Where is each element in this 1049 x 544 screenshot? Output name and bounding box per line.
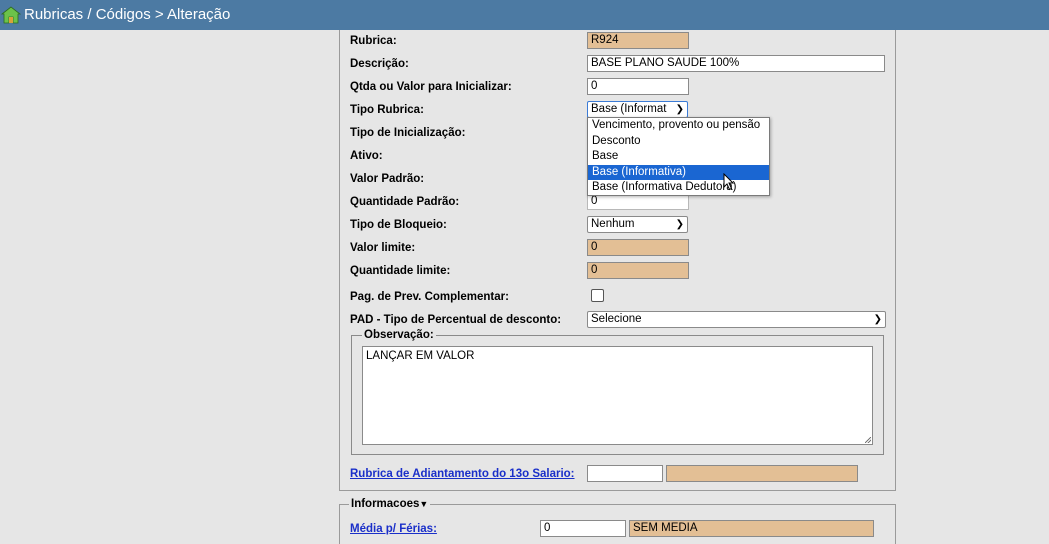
quantidade-limite-field: 0 [587, 262, 689, 279]
tipo-bloqueio-select[interactable]: Nenhum ❯ [587, 216, 688, 233]
qtda-valor-input[interactable]: 0 [587, 78, 689, 95]
option-base-informativa[interactable]: Base (Informativa) [588, 164, 769, 180]
tipo-bloqueio-selected-value: Nenhum [591, 218, 635, 230]
caret-down-icon: ▼ [419, 499, 429, 509]
media-ferias-link[interactable]: Média p/ Férias: [350, 522, 437, 536]
adiantamento-13-desc [666, 465, 858, 482]
app-logo-icon [1, 6, 21, 24]
observacao-text: LANÇAR EM VALOR [366, 350, 475, 362]
rubrica-field: R924 [587, 32, 689, 49]
pad-label: PAD - Tipo de Percentual de desconto: [350, 314, 562, 326]
qtda-valor-label: Qtda ou Valor para Inicializar: [350, 81, 512, 93]
descricao-input[interactable]: BASE PLANO SAUDE 100% [587, 55, 885, 72]
informacoes-legend[interactable]: Informacoes▼ [349, 498, 431, 511]
option-base[interactable]: Base [588, 149, 769, 165]
page-title: Rubricas / Códigos > Alteração [24, 6, 231, 23]
pag-prev-label: Pag. de Prev. Complementar: [350, 291, 509, 303]
chevron-down-icon: ❯ [675, 219, 684, 230]
resize-grip-icon[interactable] [865, 437, 871, 443]
valor-limite-field: 0 [587, 239, 689, 256]
option-vencimento[interactable]: Vencimento, provento ou pensão [588, 118, 769, 134]
option-base-informativa-dedutora[interactable]: Base (Informativa Dedutora) [588, 180, 769, 196]
pad-selected-value: Selecione [591, 313, 642, 325]
adiantamento-13-input[interactable] [587, 465, 663, 482]
observacao-legend: Observação: [362, 329, 436, 342]
tipo-inicializacao-label: Tipo de Inicialização: [350, 127, 466, 139]
descricao-label: Descrição: [350, 58, 409, 70]
tipo-rubrica-label: Tipo Rubrica: [350, 104, 424, 116]
valor-padrao-label: Valor Padrão: [350, 173, 425, 185]
observacao-textarea[interactable]: LANÇAR EM VALOR [362, 346, 873, 445]
pad-select[interactable]: Selecione ❯ [587, 311, 886, 328]
quantidade-limite-label: Quantidade limite: [350, 265, 451, 277]
chevron-down-icon: ❯ [873, 314, 882, 325]
tipo-bloqueio-label: Tipo de Bloqueio: [350, 219, 447, 231]
option-desconto[interactable]: Desconto [588, 134, 769, 150]
ativo-label: Ativo: [350, 150, 383, 162]
rubrica-label: Rubrica: [350, 35, 397, 47]
title-bar: Rubricas / Códigos > Alteração [0, 0, 1049, 30]
pag-prev-checkbox[interactable] [591, 289, 604, 302]
informacoes-legend-text: Informacoes [351, 498, 420, 510]
tipo-rubrica-select[interactable]: Base (Informat ❯ [587, 101, 688, 118]
valor-limite-label: Valor limite: [350, 242, 416, 254]
chevron-down-icon: ❯ [675, 104, 684, 115]
tipo-rubrica-selected-value: Base (Informat [591, 103, 667, 115]
cursor-pointer-icon [723, 173, 735, 191]
tipo-rubrica-dropdown-list: Vencimento, provento ou pensão Desconto … [587, 117, 770, 196]
quantidade-padrao-label: Quantidade Padrão: [350, 196, 460, 208]
adiantamento-13-link[interactable]: Rubrica de Adiantamento do 13o Salario: [350, 467, 575, 481]
